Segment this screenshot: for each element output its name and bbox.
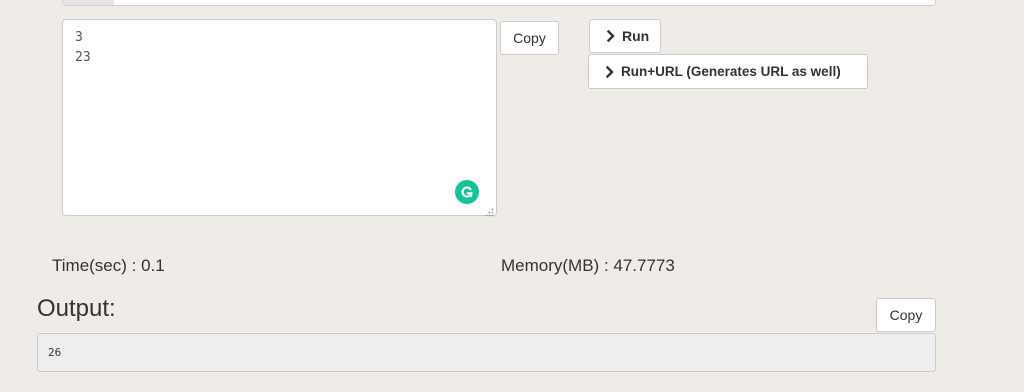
output-value: 26 [48,346,62,359]
run-button[interactable]: Run [589,19,661,53]
chevron-right-icon [606,30,616,42]
top-input-bar[interactable] [62,0,936,6]
copy-output-button[interactable]: Copy [876,298,936,332]
output-panel: 26 [37,333,936,372]
memory-usage: Memory(MB) : 47.7773 [501,256,675,275]
resize-handle-icon[interactable] [485,204,494,217]
chevron-right-icon [605,65,615,78]
stdin-textarea[interactable]: 3 23 [62,19,497,217]
execution-time: Time(sec) : 0.1 [52,256,165,275]
copy-input-button[interactable]: Copy [500,21,559,55]
grammarly-icon[interactable] [455,180,479,204]
run-url-label: Run+URL (Generates URL as well) [621,64,841,79]
output-heading: Output: [37,295,116,322]
copy-output-label: Copy [889,307,923,323]
run-label: Run [622,28,650,44]
top-input-bar-addon [63,0,114,5]
run-url-button[interactable]: Run+URL (Generates URL as well) [588,54,868,89]
stdin-text[interactable]: 3 23 [75,28,91,68]
copy-input-label: Copy [513,30,546,46]
